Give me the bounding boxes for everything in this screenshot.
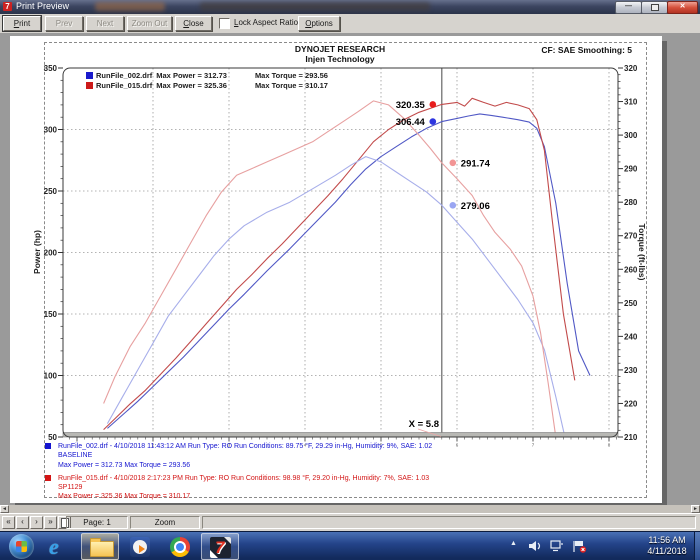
chart-title: DYNOJET RESEARCH (150, 44, 530, 54)
svg-text:240: 240 (624, 332, 638, 341)
svg-text:200: 200 (44, 249, 58, 258)
svg-text:300: 300 (624, 131, 638, 140)
zoom-out-button: Zoom Out (127, 16, 172, 31)
last-page-button[interactable]: » (44, 516, 57, 529)
svg-text:279.06: 279.06 (461, 201, 490, 212)
y-right-axis-title: Torque (ft-lbs) (637, 224, 647, 281)
svg-text:320: 320 (624, 64, 638, 73)
svg-text:250: 250 (44, 187, 58, 196)
svg-text:306.44: 306.44 (396, 117, 426, 128)
svg-text:270: 270 (624, 232, 638, 241)
scroll-left-icon[interactable]: ◄ (0, 505, 9, 513)
media-player-icon (130, 537, 150, 557)
svg-text:290: 290 (624, 165, 638, 174)
taskbar: e 7 ▲ (0, 531, 700, 560)
folder-icon (90, 541, 114, 557)
taskbar-item-file-explorer[interactable] (81, 533, 119, 560)
note-swatch-blue (45, 443, 51, 449)
restore-button[interactable] (641, 1, 668, 14)
windows-flag-icon (16, 541, 27, 552)
y-left-axis-title: Power (hp) (32, 230, 42, 274)
scroll-right-icon[interactable]: ► (691, 505, 700, 513)
status-bar: « ‹ › » Page: 1 Zoom (0, 513, 700, 532)
prev-page-button[interactable]: ‹ (16, 516, 29, 529)
dyno-chart: 50 100 150 200 250 300 350 210 220 230 240 250 260 27… (10, 36, 662, 503)
svg-text:310: 310 (624, 98, 638, 107)
taskbar-item-chrome[interactable] (161, 533, 199, 560)
chart-legend: RunFile_002.drfMax Power = 312.73Max Tor… (86, 71, 328, 91)
taskbar-item-winpep[interactable]: 7 (201, 533, 239, 560)
first-page-button[interactable]: « (2, 516, 15, 529)
action-center-flag-icon[interactable] (572, 540, 588, 553)
windows-start-icon (9, 534, 34, 559)
run-notes: RunFile_002.drf - 4/10/2018 11:43:12 AM … (45, 442, 645, 506)
next-page-button[interactable]: › (30, 516, 43, 529)
svg-text:220: 220 (624, 399, 638, 408)
status-filler-panel (202, 516, 696, 529)
options-button[interactable]: Options (298, 16, 340, 31)
close-window-button[interactable]: ✕ (667, 1, 698, 14)
preview-page: 50 100 150 200 250 300 350 210 220 230 240 250 260 27… (10, 36, 662, 503)
horizontal-scrollbar[interactable]: ◄ ► (0, 505, 700, 513)
clock-time: 11:56 AM (641, 535, 693, 546)
chart-header: DYNOJET RESEARCH Injen Technology (150, 44, 530, 64)
internet-explorer-icon: e (49, 534, 59, 560)
app-icon: 7 (3, 2, 12, 11)
svg-text:150: 150 (44, 310, 58, 319)
window-title: Print Preview (16, 1, 69, 11)
redacted-title-text (95, 2, 165, 11)
window-titlebar: 7 Print Preview — ✕ (0, 0, 700, 14)
note-swatch-red (45, 475, 51, 481)
legend-swatch-red (86, 82, 93, 89)
lock-aspect-ratio-label[interactable]: Lock Aspect Ratio (234, 18, 298, 27)
svg-text:260: 260 (624, 265, 638, 274)
svg-text:100: 100 (44, 372, 58, 381)
correction-smoothing-note: CF: SAE Smoothing: 5 (541, 45, 632, 55)
svg-text:291.74: 291.74 (461, 158, 491, 169)
svg-text:230: 230 (624, 366, 638, 375)
chrome-icon (170, 537, 190, 557)
speaker-icon[interactable] (528, 540, 542, 552)
clock-date: 4/11/2018 (641, 546, 693, 557)
redacted-title-text (200, 2, 430, 11)
legend-swatch-blue (86, 72, 93, 79)
network-icon[interactable] (550, 540, 564, 552)
minimize-button[interactable]: — (615, 1, 642, 14)
show-desktop-button[interactable] (694, 532, 700, 560)
run-note-sp1129: RunFile_015.drf - 4/10/2018 2:17:23 PM R… (45, 474, 645, 502)
svg-text:300: 300 (44, 126, 58, 135)
svg-text:50: 50 (48, 433, 57, 442)
svg-text:280: 280 (624, 198, 638, 207)
chart-subtitle: Injen Technology (150, 54, 530, 64)
svg-text:350: 350 (44, 64, 58, 73)
legend-row: RunFile_015.drfMax Power = 325.36Max Tor… (86, 81, 328, 91)
tray-expand-icon[interactable]: ▲ (510, 540, 517, 547)
preview-area: 50 100 150 200 250 300 350 210 220 230 240 250 260 27… (0, 33, 700, 505)
taskbar-item-media-player[interactable] (121, 533, 159, 560)
svg-text:210: 210 (624, 433, 638, 442)
taskbar-clock[interactable]: 11:56 AM 4/11/2018 (641, 535, 693, 557)
start-button[interactable] (1, 533, 39, 560)
screen: 7 Print Preview — ✕ Print Prev Next Zoom… (0, 0, 700, 560)
status-page-indicator: Page: 1 (66, 516, 128, 529)
lock-aspect-ratio-checkbox[interactable] (219, 18, 230, 29)
winpep7-icon: 7 (210, 537, 231, 558)
svg-text:250: 250 (624, 299, 638, 308)
taskbar-item-internet-explorer[interactable]: e (41, 533, 79, 560)
status-zoom-indicator: Zoom (130, 516, 200, 529)
next-button: Next (86, 16, 124, 31)
svg-text:X = 5.8: X = 5.8 (409, 419, 439, 430)
restore-icon (651, 4, 659, 11)
print-preview-toolbar: Print Prev Next Zoom Out Close Lock Aspe… (0, 14, 700, 34)
prev-button: Prev (45, 16, 83, 31)
svg-text:320.35: 320.35 (396, 100, 426, 111)
legend-row: RunFile_002.drfMax Power = 312.73Max Tor… (86, 71, 328, 81)
print-button[interactable]: Print (3, 16, 41, 31)
close-preview-button[interactable]: Close (175, 16, 212, 31)
run-note-baseline: RunFile_002.drf - 4/10/2018 11:43:12 AM … (45, 442, 645, 470)
system-tray: ▲ (510, 538, 638, 556)
